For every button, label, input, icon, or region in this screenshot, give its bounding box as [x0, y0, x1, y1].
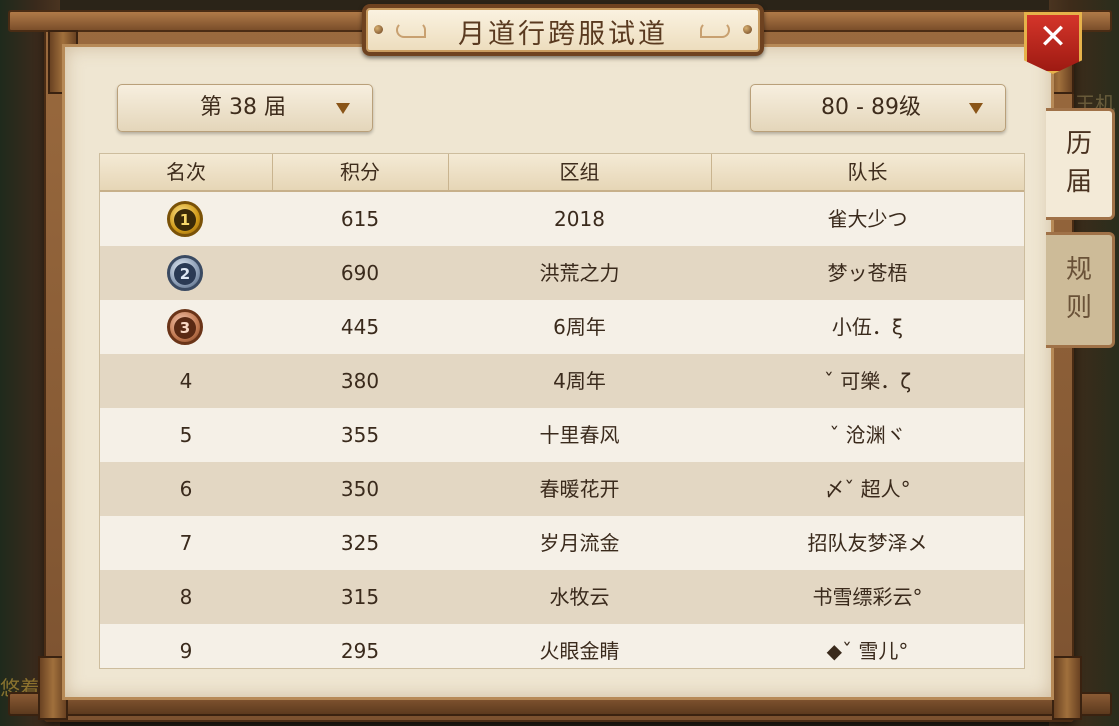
tab-rules-label-2: 则 [1065, 293, 1092, 323]
cell-server: 春暖花开 [539, 477, 620, 501]
cell-score: 325 [340, 531, 380, 555]
cell-score: 315 [340, 585, 380, 609]
cell-score: 350 [340, 477, 380, 501]
table-header: 名次 积分 区组 队长 [100, 154, 1024, 192]
table-row[interactable]: 1 615 2018 雀大少つ [100, 192, 1024, 247]
tab-rules[interactable]: 规 则 [1046, 232, 1115, 348]
dropdown-arrow-icon [969, 103, 983, 114]
cell-server: 水牧云 [549, 585, 610, 609]
cell-captain: 梦ッ苍梧 [827, 261, 908, 285]
tab-rules-label-1: 规 [1065, 255, 1092, 285]
cell-rank: 5 [179, 423, 193, 447]
gold-medal-icon: 1 [167, 201, 203, 237]
bronze-medal-icon: 3 [167, 309, 203, 345]
cell-score: 380 [340, 369, 380, 393]
cell-score: 615 [340, 207, 380, 231]
table-row[interactable]: 3 445 6周年 小伍．ξ [100, 300, 1024, 355]
title-plaque: 月道行跨服试道 [362, 4, 764, 56]
ranking-table: 名次 积分 区组 队长 1 615 2018 雀大少つ 2 690 洪荒之力 梦… [99, 153, 1025, 669]
cell-rank: 7 [179, 531, 193, 555]
dropdown-arrow-icon [336, 103, 350, 114]
cell-captain: ˇ 沧渊ヾ [829, 423, 906, 447]
cell-captain: ◆ˇ 雪儿° [826, 639, 909, 663]
tab-history-label-2: 届 [1065, 167, 1092, 197]
cell-score: 355 [340, 423, 380, 447]
season-dropdown-value: 第 38 届 [200, 95, 286, 120]
rivet-icon [374, 25, 383, 34]
cell-score: 445 [340, 315, 380, 339]
table-row[interactable]: 8 315 水牧云 书雪缥彩云° [100, 570, 1024, 625]
cell-server: 4周年 [553, 369, 606, 393]
cell-captain: 招队友梦泽メ [807, 531, 928, 555]
season-dropdown[interactable]: 第 38 届 [117, 84, 373, 132]
cell-score: 295 [340, 639, 380, 663]
rivet-icon [743, 25, 752, 34]
cell-server: 十里春风 [539, 423, 620, 447]
cell-captain: 小伍．ξ [831, 315, 904, 339]
cloud-ornament-icon [700, 22, 730, 38]
table-row[interactable]: 6 350 春暖花开 〆ˇ 超人° [100, 462, 1024, 517]
tab-history-label-1: 历 [1065, 129, 1092, 159]
tab-history[interactable]: 历 届 [1046, 108, 1115, 220]
cell-captain: 〆ˇ 超人° [824, 477, 911, 501]
cell-rank: 8 [179, 585, 193, 609]
cell-server: 火眼金睛 [539, 639, 620, 663]
level-dropdown-value: 80 - 89级 [821, 95, 921, 120]
table-row[interactable]: 9 295 火眼金睛 ◆ˇ 雪儿° [100, 624, 1024, 668]
cell-server: 6周年 [553, 315, 606, 339]
header-rank: 名次 [100, 154, 273, 190]
cell-server: 2018 [554, 207, 605, 231]
cell-server: 岁月流金 [539, 531, 620, 555]
silver-medal-icon: 2 [167, 255, 203, 291]
table-row[interactable]: 5 355 十里春风 ˇ 沧渊ヾ [100, 408, 1024, 463]
level-dropdown[interactable]: 80 - 89级 [750, 84, 1006, 132]
header-captain: 队长 [847, 160, 888, 184]
cell-rank: 9 [179, 639, 193, 663]
cell-captain: ˇ 可樂．ζ [823, 369, 912, 393]
header-score: 积分 [272, 154, 449, 190]
window-title: 月道行跨服试道 [458, 19, 668, 50]
cell-server: 洪荒之力 [539, 261, 620, 285]
header-server: 区组 [448, 154, 712, 190]
cell-captain: 书雪缥彩云° [812, 585, 923, 609]
table-row[interactable]: 4 380 4周年 ˇ 可樂．ζ [100, 354, 1024, 409]
cell-rank: 6 [179, 477, 193, 501]
close-icon: ✕ [1038, 17, 1068, 57]
cell-captain: 雀大少つ [827, 207, 908, 231]
cell-score: 690 [340, 261, 380, 285]
cloud-ornament-icon [396, 22, 426, 38]
table-row[interactable]: 2 690 洪荒之力 梦ッ苍梧 [100, 246, 1024, 301]
table-row[interactable]: 7 325 岁月流金 招队友梦泽メ [100, 516, 1024, 571]
frame-post-bottom-right [1052, 656, 1082, 720]
cell-rank: 4 [179, 369, 193, 393]
